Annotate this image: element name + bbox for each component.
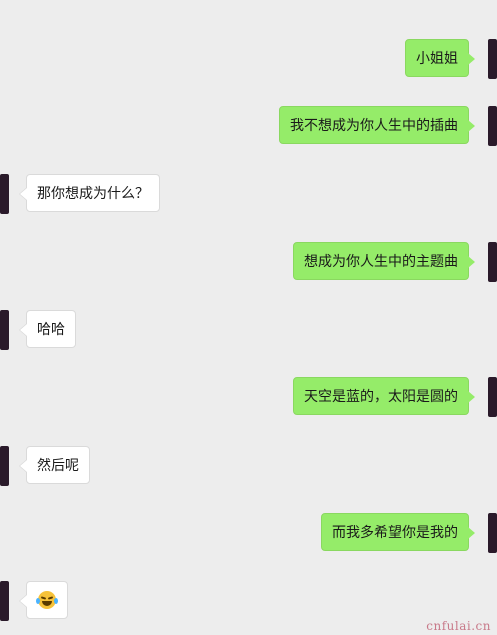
sent-message-bubble[interactable]: 想成为你人生中的主题曲 — [293, 242, 475, 280]
sent-message-bubble[interactable]: 我不想成为你人生中的插曲 — [279, 106, 475, 144]
received-message-bubble[interactable] — [19, 581, 68, 619]
sent-message-bubble[interactable]: 小姐姐 — [405, 39, 475, 77]
message-row: 想成为你人生中的主题曲 — [0, 242, 497, 282]
message-row: 哈哈 — [0, 310, 497, 350]
my-avatar[interactable] — [488, 377, 497, 417]
watermark: cnfulai.cn — [426, 619, 491, 633]
message-row: 那你想成为什么？ — [0, 174, 497, 214]
sent-message-bubble[interactable]: 天空是蓝的，太阳是圆的 — [293, 377, 475, 415]
message-row — [0, 581, 497, 621]
contact-avatar[interactable] — [0, 174, 9, 214]
received-message-bubble[interactable]: 然后呢 — [19, 446, 90, 484]
received-message-bubble[interactable]: 那你想成为什么？ — [19, 174, 160, 212]
message-row: 天空是蓝的，太阳是圆的 — [0, 377, 497, 417]
my-avatar[interactable] — [488, 513, 497, 553]
face-with-tears-of-joy-icon — [36, 590, 58, 609]
message-row: 而我多希望你是我的 — [0, 513, 497, 553]
contact-avatar[interactable] — [0, 310, 9, 350]
contact-avatar[interactable] — [0, 446, 9, 486]
message-row: 然后呢 — [0, 446, 497, 486]
contact-avatar[interactable] — [0, 581, 9, 621]
my-avatar[interactable] — [488, 106, 497, 146]
received-message-bubble[interactable]: 哈哈 — [19, 310, 76, 348]
my-avatar[interactable] — [488, 242, 497, 282]
my-avatar[interactable] — [488, 39, 497, 79]
sent-message-bubble[interactable]: 而我多希望你是我的 — [321, 513, 475, 551]
message-row: 小姐姐 — [0, 39, 497, 79]
message-row: 我不想成为你人生中的插曲 — [0, 106, 497, 146]
